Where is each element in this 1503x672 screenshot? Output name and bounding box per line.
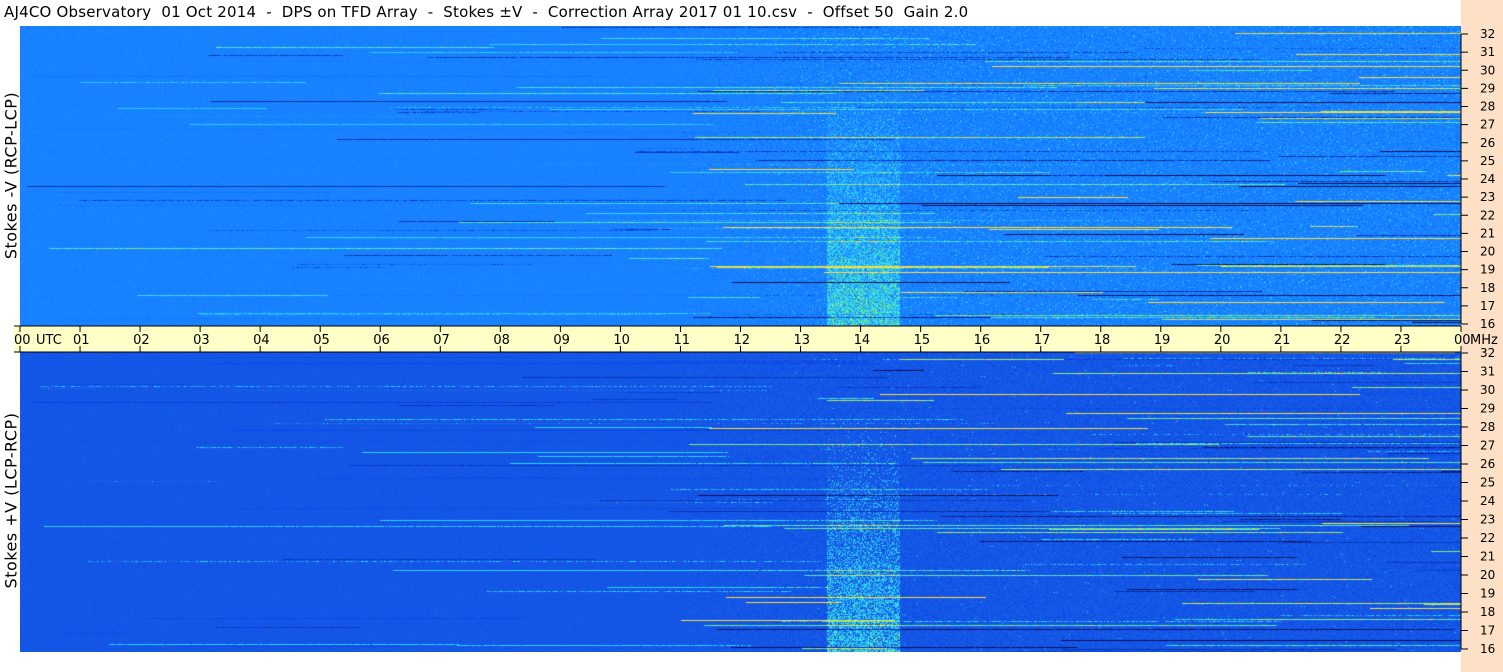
top-frequency-ticks: 32 31 30 29 28 27 26 25 24 23 22 21 20 19 18 17 16 xyxy=(1460,27,1495,331)
time-tick-label: 03 xyxy=(193,333,210,348)
freq-tick-label: 28 xyxy=(1480,100,1495,114)
freq-tick-label: 32 xyxy=(1480,346,1495,360)
time-tick-label: 16 xyxy=(974,333,991,348)
freq-tick-label: 27 xyxy=(1480,118,1495,132)
freq-tick-label: 31 xyxy=(1480,365,1495,379)
time-tick-label: 15 xyxy=(914,333,931,348)
time-tick-label: 13 xyxy=(794,333,811,348)
freq-tick-label: 25 xyxy=(1480,476,1495,490)
freq-tick-label: 22 xyxy=(1480,208,1495,222)
freq-tick-label: 27 xyxy=(1480,439,1495,453)
freq-tick-label: 18 xyxy=(1480,281,1495,295)
freq-tick-label: 26 xyxy=(1480,136,1495,150)
utc-unit-label: UTC xyxy=(36,333,62,348)
freq-tick-label: 23 xyxy=(1480,190,1495,204)
freq-tick-label: 31 xyxy=(1480,45,1495,59)
time-tick-label: 02 xyxy=(133,333,150,348)
freq-tick-label: 18 xyxy=(1480,605,1495,619)
time-tick-label: 07 xyxy=(433,333,450,348)
freq-tick-label: 20 xyxy=(1480,568,1495,582)
axes-overlay: 00 01 02 03 04 05 06 07 08 09 10 11 12 13 14 15 16 17 18 19… xyxy=(14,27,1498,656)
freq-tick-label: 29 xyxy=(1480,402,1495,416)
freq-tick-label: 17 xyxy=(1480,299,1495,313)
time-tick-label: 00 xyxy=(1454,333,1471,348)
freq-tick-label: 21 xyxy=(1480,550,1495,564)
freq-tick-label: 17 xyxy=(1480,624,1495,638)
freq-tick-label: 19 xyxy=(1480,587,1495,601)
freq-tick-label: 21 xyxy=(1480,226,1495,240)
time-tick-label: 14 xyxy=(854,333,871,348)
freq-tick-label: 20 xyxy=(1480,245,1495,259)
time-tick-label: 22 xyxy=(1334,333,1351,348)
freq-tick-label: 19 xyxy=(1480,263,1495,277)
freq-tick-label: 25 xyxy=(1480,154,1495,168)
freq-tick-label: 32 xyxy=(1480,27,1495,41)
freq-tick-label: 26 xyxy=(1480,457,1495,471)
time-axis-ticks: 00 01 02 03 04 05 06 07 08 09 10 11 12 13 14 15 16 17 18 19… xyxy=(14,325,1498,353)
time-tick-label: 17 xyxy=(1034,333,1051,348)
time-tick-label: 19 xyxy=(1154,333,1171,348)
time-tick-label: 20 xyxy=(1214,333,1231,348)
bottom-frequency-ticks: 32 31 30 29 28 27 26 25 24 23 22 21 20 19 18 17 16 xyxy=(1460,346,1495,656)
freq-tick-label: 16 xyxy=(1480,642,1495,656)
freq-tick-label: 23 xyxy=(1480,513,1495,527)
time-tick-label: 23 xyxy=(1394,333,1411,348)
time-tick-label: 04 xyxy=(253,333,270,348)
freq-tick-label: 30 xyxy=(1480,383,1495,397)
time-tick-label: 01 xyxy=(73,333,90,348)
time-tick-label: 12 xyxy=(734,333,751,348)
time-tick-label: 11 xyxy=(673,333,690,348)
freq-tick-label: 16 xyxy=(1480,317,1495,331)
freq-tick-label: 29 xyxy=(1480,81,1495,95)
time-tick-label: 00 xyxy=(14,333,31,348)
time-tick-label: 08 xyxy=(493,333,510,348)
freq-tick-label: 24 xyxy=(1480,172,1495,186)
freq-tick-label: 30 xyxy=(1480,63,1495,77)
time-tick-label: 10 xyxy=(613,333,630,348)
freq-tick-label: 28 xyxy=(1480,420,1495,434)
time-tick-label: 05 xyxy=(313,333,330,348)
time-tick-label: 06 xyxy=(373,333,390,348)
time-tick-label: 21 xyxy=(1274,333,1291,348)
time-tick-label: 18 xyxy=(1094,333,1111,348)
time-tick-label: 09 xyxy=(553,333,570,348)
freq-tick-label: 24 xyxy=(1480,494,1495,508)
freq-tick-label: 22 xyxy=(1480,531,1495,545)
